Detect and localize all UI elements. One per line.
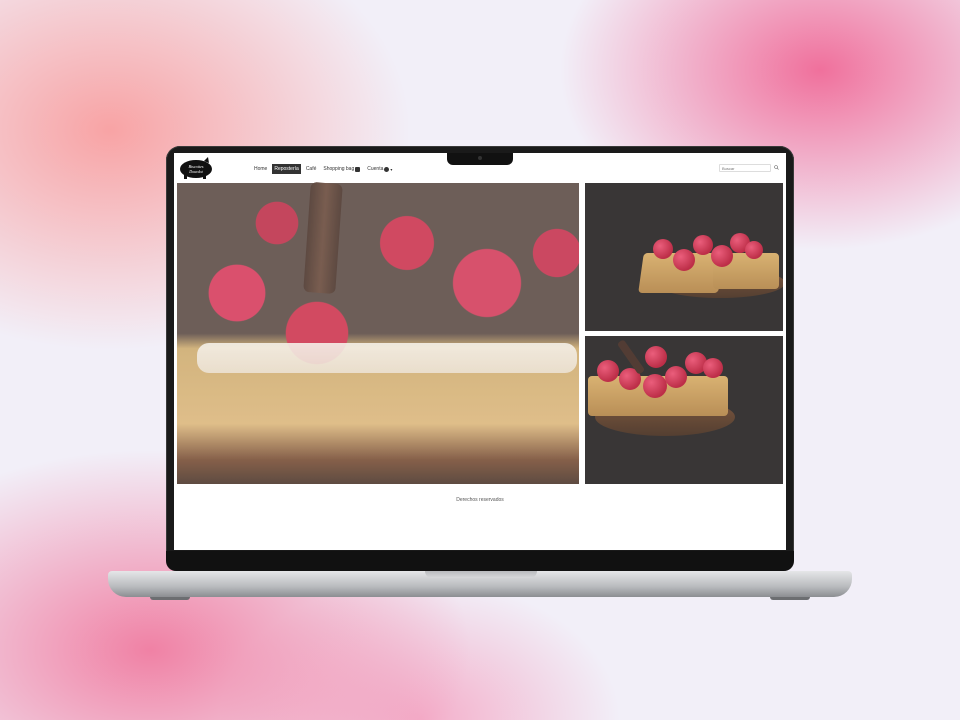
nav-cuenta[interactable]: Cuenta ▾ [365,164,394,174]
footer-caption: Derechos reservados [456,497,504,503]
nav-label: Café [305,166,317,172]
image-overlay [585,336,783,484]
image-overlay [585,183,783,331]
camera-notch [447,153,513,165]
laptop-chin [166,551,794,571]
bag-icon [355,166,361,172]
laptop-foot [150,597,190,600]
nav-label: Home [254,166,268,172]
nav-label: Shopping bag [323,166,355,172]
search-input[interactable] [719,164,771,172]
trackpad-groove [425,571,537,578]
pig-logo-icon[interactable]: Biscottes Dourdot [178,157,214,179]
nav-label: Repostería [274,166,299,172]
search-icon[interactable] [774,165,779,170]
gallery-side-image-bottom[interactable] [585,336,783,484]
main-nav: Home Repostería Café Shopping bag Cuenta… [252,164,394,174]
nav-reposteria[interactable]: Repostería [272,164,301,174]
camera-icon [478,156,482,160]
laptop-base [108,571,852,597]
svg-text:Dourdot: Dourdot [188,169,203,174]
user-icon [384,166,390,172]
nav-shopping-bag[interactable]: Shopping bag [321,164,362,174]
laptop-screen: Biscottes Dourdot Home Repostería Café S… [174,153,786,550]
chevron-down-icon: ▾ [390,166,393,172]
nav-label: Cuenta [367,166,384,172]
image-overlay [177,183,579,484]
nav-cafe[interactable]: Café [304,164,319,174]
nav-home[interactable]: Home [252,164,269,174]
gallery-main-image[interactable] [177,182,579,484]
gallery-side-image-top[interactable] [585,183,783,331]
laptop-foot [770,597,810,600]
